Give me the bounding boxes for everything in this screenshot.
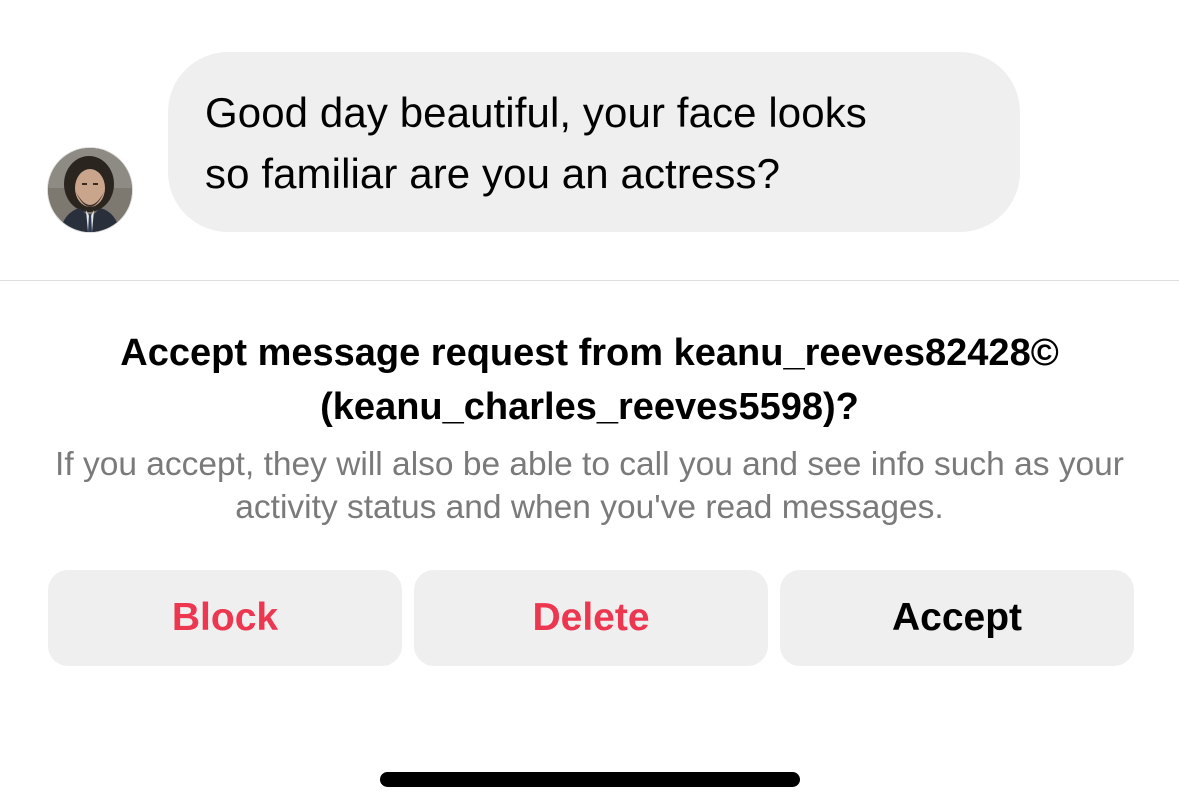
message-bubble[interactable]: Good day beautiful, your face looks so f…	[168, 52, 1020, 232]
home-indicator[interactable]	[380, 772, 800, 787]
request-description: If you accept, they will also be able to…	[55, 446, 1124, 526]
delete-button[interactable]: Delete	[414, 570, 768, 666]
divider	[0, 280, 1179, 281]
request-title: Accept message request from keanu_reeves…	[120, 332, 1059, 428]
avatar-photo-icon	[48, 148, 132, 232]
block-button[interactable]: Block	[48, 570, 402, 666]
message-text: Good day beautiful, your face looks so f…	[205, 89, 867, 197]
request-actions: Block Delete Accept	[48, 570, 1134, 666]
sender-avatar[interactable]	[48, 148, 132, 232]
message-request-prompt: Accept message request from keanu_reeves…	[0, 326, 1179, 529]
accept-button[interactable]: Accept	[780, 570, 1134, 666]
message-request-screen: Good day beautiful, your face looks so f…	[0, 0, 1179, 811]
message-row: Good day beautiful, your face looks so f…	[0, 0, 1179, 270]
